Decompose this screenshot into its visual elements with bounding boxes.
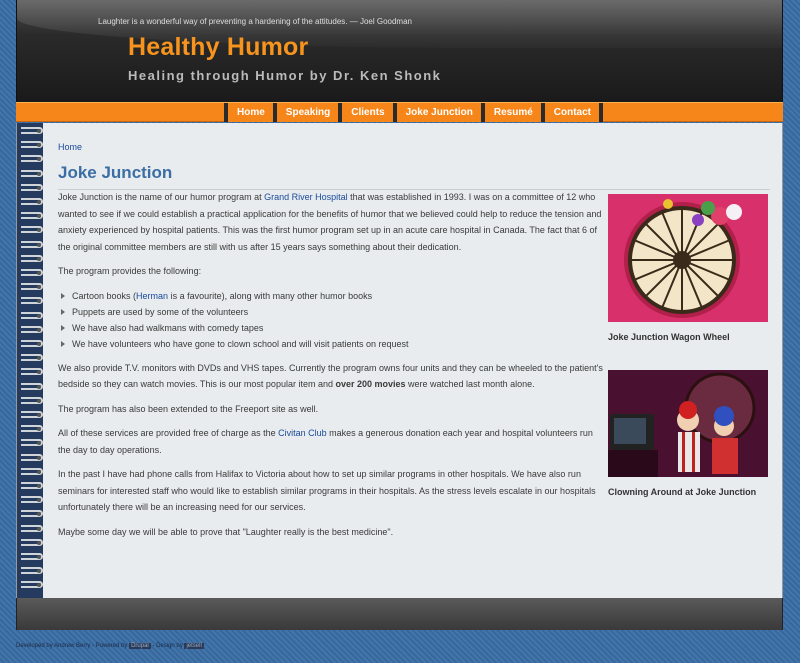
paragraph-seminars: In the past I have had phone calls from … — [58, 469, 596, 512]
header-quote: Laughter is a wonderful way of preventin… — [98, 17, 412, 26]
article-body: Joke Junction is the name of our humor p… — [58, 189, 603, 548]
binding-hole — [37, 469, 41, 474]
drupal-link[interactable]: Drupal — [129, 643, 151, 649]
binding-hole — [37, 256, 41, 261]
breadcrumb: Home — [58, 139, 770, 156]
nav-item-speaking[interactable]: Speaking — [272, 103, 339, 122]
nav-item-contact[interactable]: Contact — [540, 103, 603, 122]
nav-item-resume[interactable]: Resumé — [480, 103, 541, 122]
spiral-binding — [17, 123, 43, 598]
breadcrumb-home-link[interactable]: Home — [58, 142, 82, 152]
text-span: All of these services are provided free … — [58, 428, 279, 438]
binding-hole — [37, 327, 41, 332]
binding-hole — [37, 271, 41, 275]
text-span: Joke Junction is the name of our humor p… — [58, 192, 265, 202]
binding-hole — [37, 313, 41, 318]
herman-link[interactable]: Herman — [136, 291, 168, 301]
list-item: We have volunteers who have gone to clow… — [58, 336, 603, 352]
text-span: is a favourite), along with many other h… — [168, 290, 373, 301]
paragraph-tv: We also provide T.V. monitors with DVDs … — [58, 360, 603, 393]
designer-link[interactable]: jetsell — [184, 643, 204, 649]
binding-hole — [37, 342, 41, 346]
list-item: We have also had walkmans with comedy ta… — [58, 320, 603, 336]
binding-hole — [37, 413, 41, 417]
nav-item-joke-junction[interactable]: Joke Junction — [392, 103, 481, 122]
binding-hole — [37, 455, 41, 460]
site-title[interactable]: Healthy Humor — [128, 33, 308, 62]
binding-hole — [37, 129, 41, 133]
text-span: Cartoon books ( — [72, 290, 137, 301]
page-title: Joke Junction — [58, 162, 770, 190]
text-span: Developed by Andrew Berry - Powered by — [16, 643, 130, 649]
binding-hole — [37, 540, 41, 545]
civitan-club-link[interactable]: Civitan Club — [278, 428, 327, 438]
footer-bar — [16, 598, 783, 630]
page-wrapper: Laughter is a wonderful way of preventin… — [16, 0, 783, 630]
binding-hole — [37, 171, 41, 176]
text-span: - Design by — [150, 643, 185, 649]
paragraph-closing: Maybe some day we will be able to prove … — [58, 526, 394, 537]
paragraph-provides: The program provides the following: — [58, 266, 202, 276]
services-list: Cartoon books (Herman is a favourite), a… — [58, 288, 603, 352]
clowns-photo — [608, 369, 768, 477]
photo-sidebar: Joke Junction Wagon Wheel Clowning Aroun… — [608, 194, 768, 500]
binding-hole — [37, 555, 41, 559]
bold-text: over 200 movies — [335, 379, 406, 389]
binding-hole — [37, 200, 41, 204]
list-item: Cartoon books (Herman is a favourite), a… — [58, 288, 603, 304]
text-span: were watched last month alone. — [405, 379, 535, 389]
main-navigation: Home Speaking Clients Joke Junction Resu… — [16, 102, 783, 122]
site-header: Laughter is a wonderful way of preventin… — [16, 0, 783, 102]
nav-item-clients[interactable]: Clients — [338, 103, 393, 122]
nav-item-home[interactable]: Home — [224, 103, 273, 122]
photo-caption-2: Clowning Around at Joke Junction — [608, 486, 757, 497]
binding-hole — [37, 526, 41, 531]
clowns-image — [608, 369, 768, 477]
content-area: Home Joke Junction Joke Junction is the … — [16, 123, 783, 598]
wagon-wheel-image — [608, 194, 768, 322]
main-content: Home Joke Junction Joke Junction is the … — [58, 139, 770, 537]
grand-river-hospital-link[interactable]: Grand River Hospital — [264, 192, 348, 202]
paragraph-intro: Joke Junction is the name of our humor p… — [58, 189, 603, 255]
site-subtitle: Healing through Humor by Dr. Ken Shonk — [128, 68, 442, 83]
paragraph-civitan: All of these services are provided free … — [58, 425, 603, 458]
binding-hole — [37, 384, 41, 389]
paragraph-freeport: The program has also been extended to th… — [58, 403, 319, 414]
binding-hole — [37, 484, 41, 488]
list-item: Puppets are used by some of the voluntee… — [58, 304, 603, 320]
photo-caption-1: Joke Junction Wagon Wheel — [608, 332, 730, 342]
binding-hole — [37, 242, 41, 247]
binding-hole — [37, 398, 41, 403]
wagon-wheel-photo — [608, 194, 768, 322]
footer-credits: Developed by Andrew Berry - Powered by D… — [16, 643, 204, 649]
binding-hole — [37, 185, 41, 190]
